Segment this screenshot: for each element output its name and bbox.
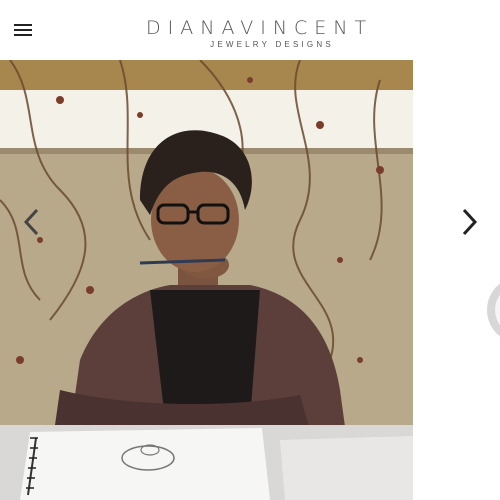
- brand-name: DIANAVINCENT: [146, 17, 374, 39]
- brand-logo[interactable]: DIANAVINCENT JEWELRY DESIGNS: [140, 17, 374, 50]
- hamburger-menu-icon[interactable]: [12, 19, 36, 41]
- hero-slide-image: [0, 60, 413, 500]
- chevron-left-icon[interactable]: [18, 204, 46, 240]
- chevron-right-icon[interactable]: [456, 204, 484, 240]
- hero-slider: [0, 60, 500, 500]
- brand-tagline: JEWELRY DESIGNS: [210, 40, 334, 49]
- next-slide-image: [413, 60, 500, 500]
- site-header: DIANAVINCENT JEWELRY DESIGNS: [0, 0, 500, 60]
